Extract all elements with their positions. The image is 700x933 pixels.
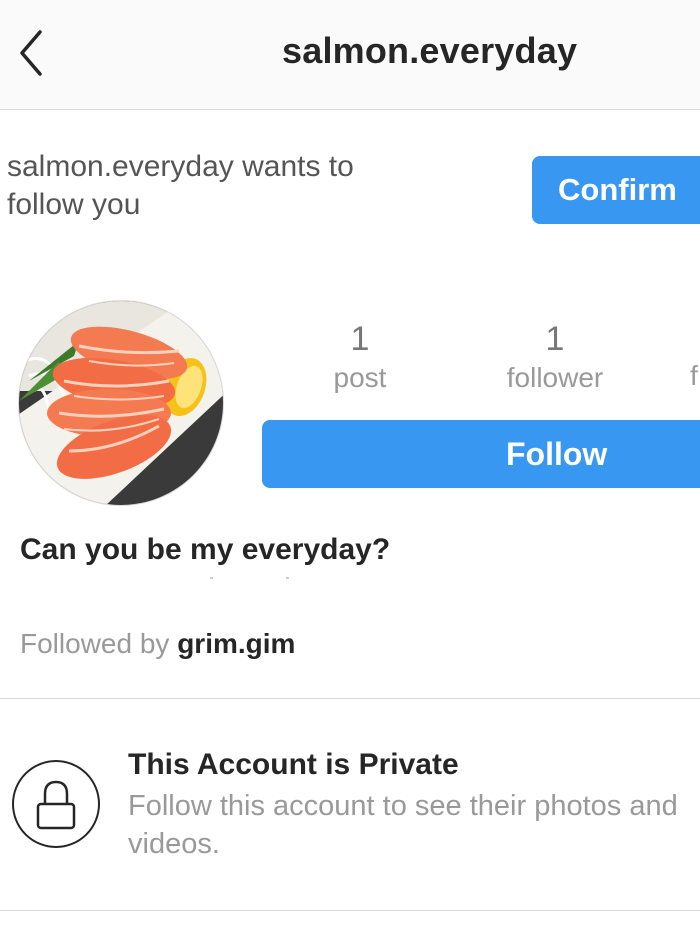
avatar[interactable] bbox=[18, 300, 224, 506]
private-description: Follow this account to see their photos … bbox=[128, 790, 678, 860]
follow-button[interactable]: Follow bbox=[262, 420, 700, 488]
page-title: salmon.everyday bbox=[282, 30, 578, 71]
chevron-left-icon bbox=[20, 30, 42, 76]
nav-header: salmon.everyday bbox=[0, 0, 700, 110]
bio-name: Can you be my everyday? bbox=[20, 533, 391, 566]
followers-stat[interactable]: 1 follower bbox=[480, 318, 630, 396]
followed-by: Followed by grim.gim bbox=[20, 628, 295, 660]
divider bbox=[0, 698, 700, 699]
lock-icon bbox=[36, 780, 76, 830]
follow-request-text: salmon.everyday wants to follow you bbox=[7, 150, 354, 221]
divider bbox=[0, 910, 700, 911]
posts-stat: 1 post bbox=[310, 318, 410, 396]
confirm-button[interactable]: Confirm bbox=[532, 156, 700, 224]
posts-count: 1 bbox=[350, 320, 370, 358]
lock-badge bbox=[12, 760, 100, 848]
private-title: This Account is Private bbox=[128, 748, 459, 781]
bio-text-remnant bbox=[210, 577, 289, 579]
posts-label: post bbox=[333, 362, 387, 393]
followed-by-user[interactable]: grim.gim bbox=[177, 628, 295, 659]
salmon-sashimi-photo bbox=[19, 301, 223, 505]
back-button[interactable] bbox=[10, 22, 58, 82]
followed-by-prefix: Followed by bbox=[20, 628, 170, 659]
followers-count: 1 bbox=[545, 320, 565, 358]
following-label[interactable]: f bbox=[690, 360, 698, 392]
followers-label: follower bbox=[506, 362, 604, 393]
